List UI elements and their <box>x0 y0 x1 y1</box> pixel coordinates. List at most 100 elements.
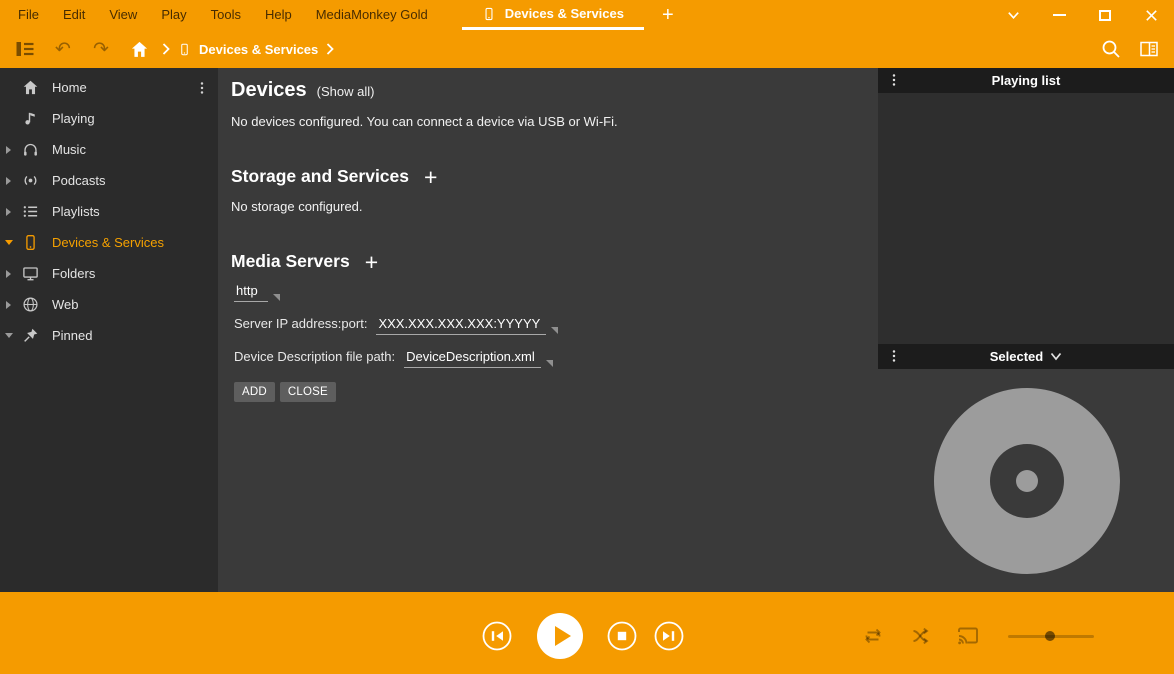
kebab-menu-icon <box>886 347 902 365</box>
add-storage-button[interactable]: + <box>424 169 437 185</box>
chevron-right-icon[interactable] <box>326 43 334 55</box>
server-ip-label: Server IP address:port: <box>234 316 367 331</box>
cast-button[interactable] <box>956 624 980 648</box>
search-icon <box>1101 39 1121 59</box>
headphones-icon <box>17 141 44 158</box>
minimize-button[interactable] <box>1036 0 1082 30</box>
sidebar-item-home[interactable]: Home <box>0 72 218 103</box>
new-tab-button[interactable]: + <box>648 0 688 30</box>
undo-icon: ↶ <box>55 40 71 59</box>
podcast-icon <box>17 172 44 189</box>
storage-section-title: Storage and Services <box>231 166 409 187</box>
window-controls <box>990 0 1174 30</box>
sidebar-item-label: Home <box>52 80 87 95</box>
sidebar-item-pinned[interactable]: Pinned <box>0 320 218 351</box>
window-menu-button[interactable] <box>990 0 1036 30</box>
menu-mediamonkey-gold[interactable]: MediaMonkey Gold <box>304 0 440 30</box>
previous-track-button[interactable] <box>482 621 512 651</box>
sidebar-item-folders[interactable]: Folders <box>0 258 218 289</box>
album-art-disc <box>934 388 1120 574</box>
playlist-icon <box>17 203 44 220</box>
close-media-server-form-button[interactable]: CLOSE <box>280 382 336 402</box>
storage-empty-message: No storage configured. <box>231 199 878 214</box>
sidebar-item-podcasts[interactable]: Podcasts <box>0 165 218 196</box>
music-note-icon <box>17 110 44 127</box>
menu-edit[interactable]: Edit <box>51 0 97 30</box>
devices-section-header: Devices (Show all) <box>231 79 878 102</box>
playing-list-header[interactable]: Playing list <box>878 68 1174 93</box>
disc-hole <box>990 444 1064 518</box>
play-button[interactable] <box>537 613 583 659</box>
breadcrumb-label: Devices & Services <box>199 42 318 57</box>
collapse-arrow-icon <box>5 333 13 338</box>
collapse-arrow-icon <box>5 240 13 245</box>
menu-file[interactable]: File <box>6 0 51 30</box>
kebab-menu-icon <box>194 79 210 97</box>
sidebar: Home Playing Music <box>0 68 218 592</box>
player-bar <box>0 592 1174 674</box>
selected-header[interactable]: Selected <box>878 344 1174 369</box>
sidebar-item-playlists[interactable]: Playlists <box>0 196 218 227</box>
menubar: File Edit View Play Tools Help MediaMonk… <box>0 0 440 30</box>
expand-arrow-icon <box>6 301 11 309</box>
next-track-button[interactable] <box>654 621 684 651</box>
selected-title: Selected <box>990 349 1043 364</box>
protocol-row: http <box>234 282 878 302</box>
menu-help[interactable]: Help <box>253 0 304 30</box>
show-all-link[interactable]: (Show all) <box>317 84 375 99</box>
storage-section-header: Storage and Services + <box>231 166 878 187</box>
playing-list-title: Playing list <box>992 73 1061 88</box>
description-path-row: Device Description file path: DeviceDesc… <box>234 349 878 368</box>
monitor-icon <box>17 265 44 282</box>
media-servers-section-header: Media Servers + <box>231 251 878 272</box>
menu-tools[interactable]: Tools <box>199 0 253 30</box>
playing-list-menu-button[interactable] <box>886 71 902 94</box>
add-media-server-submit-button[interactable]: ADD <box>234 382 275 402</box>
undo-button[interactable]: ↶ <box>44 30 82 68</box>
maximize-button[interactable] <box>1082 0 1128 30</box>
repeat-button[interactable] <box>861 624 885 648</box>
kebab-menu-icon <box>886 71 902 89</box>
menu-view[interactable]: View <box>97 0 149 30</box>
volume-knob[interactable] <box>1045 631 1055 641</box>
chevron-right-icon <box>162 43 170 55</box>
redo-button[interactable]: ↷ <box>82 30 120 68</box>
playing-list-body[interactable] <box>878 93 1174 344</box>
stop-button[interactable] <box>607 621 637 651</box>
protocol-select[interactable]: http <box>234 283 268 302</box>
breadcrumb[interactable]: Devices & Services <box>174 41 322 58</box>
description-path-input[interactable]: DeviceDescription.xml <box>404 349 541 368</box>
shuffle-button[interactable] <box>909 624 933 648</box>
search-button[interactable] <box>1092 30 1130 68</box>
chevron-down-icon[interactable] <box>1050 352 1062 361</box>
sidebar-toggle-button[interactable] <box>6 30 44 68</box>
expand-arrow-icon <box>6 177 11 185</box>
breadcrumb-home-button[interactable] <box>120 30 158 68</box>
sidebar-item-music[interactable]: Music <box>0 134 218 165</box>
sidebar-item-playing[interactable]: Playing <box>0 103 218 134</box>
description-path-label: Device Description file path: <box>234 349 395 364</box>
selected-body <box>878 369 1174 592</box>
layout-columns-button[interactable] <box>1130 30 1168 68</box>
home-icon <box>130 40 149 59</box>
close-button[interactable] <box>1128 0 1174 30</box>
device-phone-icon <box>17 234 44 251</box>
right-panel: Playing list Selected <box>878 68 1174 592</box>
sidebar-menu-button[interactable] <box>194 79 210 97</box>
server-ip-input[interactable]: XXX.XXX.XXX.XXX:YYYYY <box>376 316 546 335</box>
disc-center-dot <box>1016 470 1038 492</box>
add-media-server-button[interactable]: + <box>365 254 378 270</box>
menu-play[interactable]: Play <box>149 0 198 30</box>
expand-arrow-icon <box>6 208 11 216</box>
selected-menu-button[interactable] <box>886 347 902 370</box>
toolbar: ↶ ↷ Devices & Services <box>0 30 1174 68</box>
devices-section-title: Devices <box>231 79 307 102</box>
globe-icon <box>17 296 44 313</box>
tab-devices-services[interactable]: Devices & Services <box>462 0 644 30</box>
expand-arrow-icon <box>6 146 11 154</box>
sidebar-item-devices-services[interactable]: Devices & Services <box>0 227 218 258</box>
sidebar-item-web[interactable]: Web <box>0 289 218 320</box>
main-content: Devices (Show all) No devices configured… <box>218 68 878 592</box>
device-phone-icon <box>482 5 496 23</box>
volume-slider[interactable] <box>1008 631 1094 641</box>
